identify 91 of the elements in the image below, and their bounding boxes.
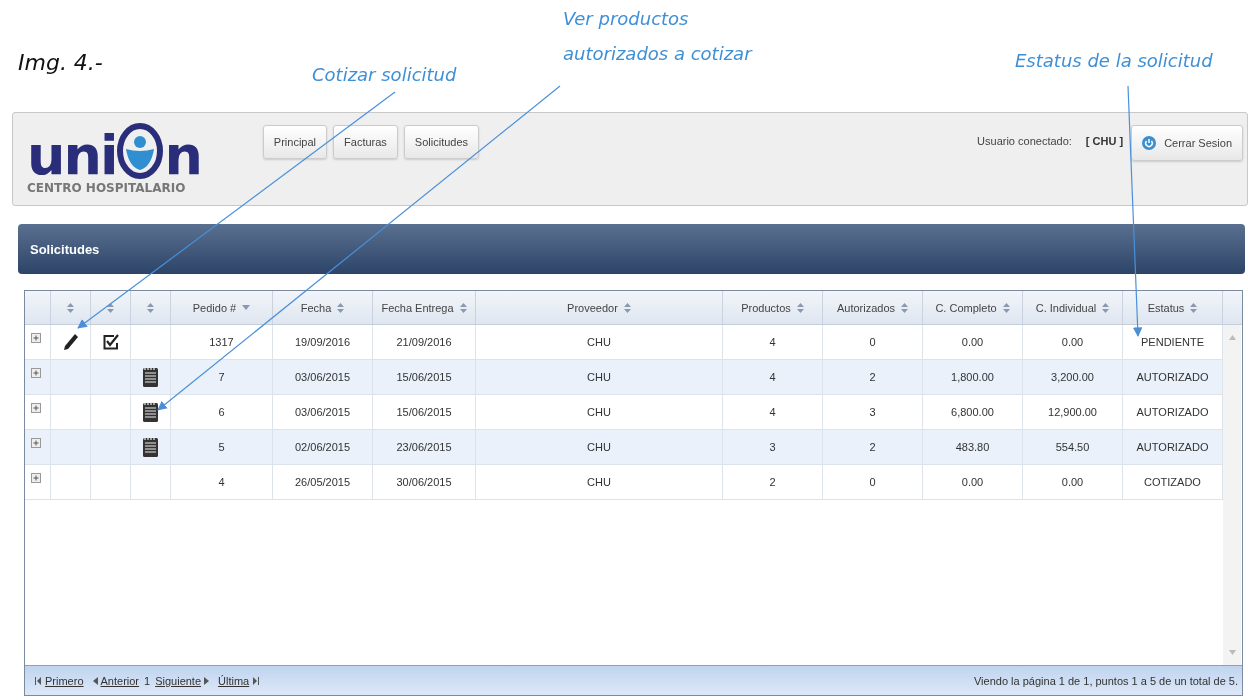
table-row[interactable]: 7 03/06/2015 15/06/2015 CHU 4 2 1,800.00 3,200.00 AUTORIZADO [25, 360, 1223, 395]
table-cell: 4 [723, 325, 823, 359]
expand-icon[interactable] [31, 473, 41, 483]
pager-link[interactable]: Anterior [100, 674, 140, 687]
prev-page-icon[interactable] [92, 676, 98, 685]
logo-text: uni [27, 133, 117, 179]
power-icon [1142, 136, 1157, 150]
callout-label: Estatus de la solicitud [1015, 50, 1213, 71]
table-cell: 1,800.00 [923, 360, 1023, 394]
table-cell: 19/09/2016 [273, 325, 373, 359]
checkbox-icon[interactable] [102, 334, 119, 350]
expand-icon[interactable] [31, 368, 41, 378]
callout-label: autorizados a cotizar [563, 43, 752, 64]
callout-label: Cotizar solicitud [312, 64, 457, 85]
table-cell: 483.80 [923, 430, 1023, 464]
callout-label: Ver productos [563, 8, 690, 29]
column-header[interactable]: Estatus [1123, 291, 1223, 324]
table-row[interactable]: 1317 19/09/2016 21/09/2016 CHU 4 0 0.00 0.00 PENDIENTE [25, 325, 1223, 360]
table-cell: 03/06/2015 [273, 395, 373, 429]
table-cell: 15/06/2015 [373, 395, 476, 429]
table-cell: 6,800.00 [923, 395, 1023, 429]
expand-icon[interactable] [31, 438, 41, 448]
pager-link[interactable]: Siguiente [155, 674, 202, 687]
column-header[interactable]: C. Completo [923, 291, 1023, 324]
table-cell: 3 [823, 395, 923, 429]
table-cell: 21/09/2016 [373, 325, 476, 359]
table-cell: 23/06/2015 [373, 430, 476, 464]
table-cell: 2 [723, 465, 823, 499]
column-header[interactable]: Fecha Entrega [373, 291, 476, 324]
table-cell: CHU [476, 465, 723, 499]
table-cell: 1317 [171, 325, 273, 359]
panel-title: Solicitudes [30, 241, 100, 257]
table-cell: 03/06/2015 [273, 360, 373, 394]
table-cell: 3,200.00 [1023, 360, 1123, 394]
pager-summary: Viendo la página 1 de 1, puntos 1 a 5 de un total de 5. [974, 674, 1238, 687]
table-row[interactable]: 4 26/05/2015 30/06/2015 CHU 2 0 0.00 0.00 COTIZADO [25, 465, 1223, 500]
logo-icon [117, 123, 164, 179]
table-cell: 0 [823, 325, 923, 359]
table-cell: 3 [723, 430, 823, 464]
pager-link[interactable]: Primero [45, 674, 84, 687]
table-cell: CHU [476, 360, 723, 394]
notepad-icon[interactable] [143, 437, 158, 457]
table-cell: 6 [171, 395, 273, 429]
nav-button[interactable]: Principal [262, 125, 328, 159]
table-cell: 26/05/2015 [273, 465, 373, 499]
table-row[interactable]: 6 03/06/2015 15/06/2015 CHU 4 3 6,800.00 12,900.00 AUTORIZADO [25, 395, 1223, 430]
user-label: Usuario conectado: [977, 135, 1072, 147]
table-cell: 5 [171, 430, 273, 464]
table-cell: 2 [823, 430, 923, 464]
table-cell: 0.00 [923, 465, 1023, 499]
expand-icon[interactable] [31, 333, 41, 343]
table-cell: 4 [723, 395, 823, 429]
table-row[interactable]: 5 02/06/2015 23/06/2015 CHU 3 2 483.80 554.50 AUTORIZADO [25, 430, 1223, 465]
table-cell: 7 [171, 360, 273, 394]
figure-caption: Img. 4.- [18, 50, 103, 75]
page-number: 1 [144, 674, 151, 687]
table-cell: 4 [171, 465, 273, 499]
table-cell: CHU [476, 325, 723, 359]
last-page-icon[interactable] [252, 676, 260, 685]
nav-button[interactable]: Solicitudes [403, 125, 480, 159]
logout-button[interactable]: Cerrar Sesion [1131, 125, 1243, 161]
expand-icon[interactable] [31, 403, 41, 413]
column-header[interactable]: Productos [723, 291, 823, 324]
table-cell: 12,900.00 [1023, 395, 1123, 429]
column-header[interactable]: Autorizados [823, 291, 923, 324]
column-header[interactable]: Proveedor [476, 291, 723, 324]
table-cell: 02/06/2015 [273, 430, 373, 464]
table-cell: 554.50 [1023, 430, 1123, 464]
table-cell: CHU [476, 395, 723, 429]
pencil-icon[interactable] [62, 333, 79, 351]
column-header[interactable]: Fecha [273, 291, 373, 324]
notepad-icon[interactable] [143, 367, 158, 387]
column-header[interactable]: Pedido # [171, 291, 273, 324]
table-cell: CHU [476, 430, 723, 464]
logo-text: n [164, 133, 201, 179]
next-page-icon[interactable] [204, 676, 210, 685]
table-cell: 15/06/2015 [373, 360, 476, 394]
table-cell: 0.00 [923, 325, 1023, 359]
table-cell: 0.00 [1023, 465, 1123, 499]
column-header[interactable]: C. Individual [1023, 291, 1123, 324]
table-cell: 30/06/2015 [373, 465, 476, 499]
nav-button[interactable]: Facturas [333, 125, 398, 159]
user-name: [ CHU ] [1085, 135, 1124, 147]
pager-link[interactable]: Última [218, 674, 250, 687]
table-cell: 4 [723, 360, 823, 394]
logo-subtitle: CENTRO HOSPITALARIO [27, 181, 187, 195]
table-cell: 0 [823, 465, 923, 499]
first-page-icon[interactable] [35, 676, 42, 685]
table-cell: 0.00 [1023, 325, 1123, 359]
table-cell: 2 [823, 360, 923, 394]
notepad-icon[interactable] [143, 402, 158, 422]
